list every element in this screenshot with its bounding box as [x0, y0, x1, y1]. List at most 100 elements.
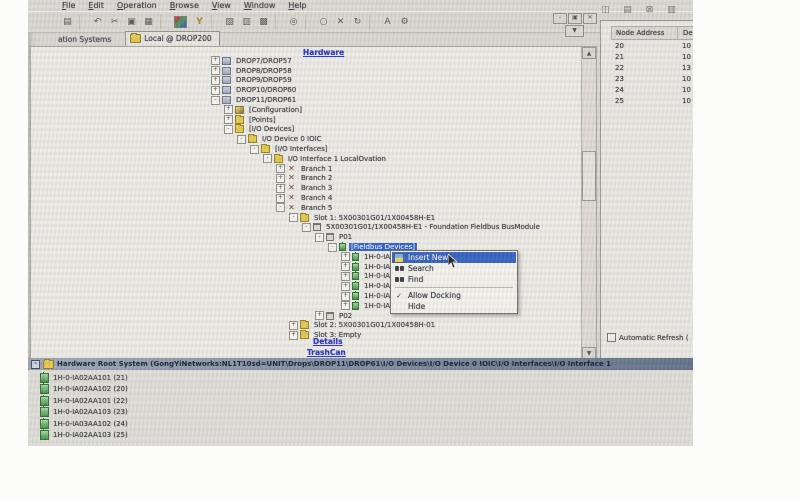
menu-edit[interactable]: Edit [88, 1, 104, 10]
restore-button[interactable]: ▣ [568, 13, 582, 24]
menu-operation[interactable]: Operation [117, 1, 157, 10]
tree-item-slot-2-5x00301g01-1x00458h-01[interactable]: +Slot 2: 5X00301G01/1X00458H-01 [31, 321, 580, 331]
tree-item-p01[interactable]: -P01 [31, 232, 580, 242]
list-item-1h-0-ia02aa103-25[interactable]: 1H-0-IA02AA103 (25) [40, 430, 693, 442]
tree-expander-icon[interactable]: + [211, 76, 220, 85]
tree-expander-icon[interactable]: + [224, 115, 233, 124]
filter-icon[interactable]: Y [192, 15, 207, 29]
table-row[interactable]: 2110 [611, 51, 693, 62]
tree-expander-icon[interactable]: - [211, 96, 220, 105]
tree-expander-icon[interactable]: + [276, 164, 285, 173]
picture-icon[interactable] [174, 16, 187, 28]
tree-item-i-o-devices[interactable]: -[I/O Devices] [31, 125, 580, 135]
tree-item-5x00301g01-1x00458h-e1-foundation-fieldbus-busmodule[interactable]: -5X00301G01/1X00458H-E1 - Foundation Fie… [31, 223, 580, 233]
list-item-1h-0-ia02aa102-20[interactable]: 1H-0-IA02AA102 (20) [40, 384, 693, 396]
scrollbar-up-arrow[interactable]: ▲ [582, 47, 596, 59]
tree-item-drop8-drop58[interactable]: +DROP8/DROP58 [31, 66, 580, 76]
tab-local-drop200[interactable]: Local @ DROP200 [125, 31, 219, 46]
tree-item-slot-1-5x00301g01-1x00458h-e1[interactable]: -Slot 1: 5X00301G01/1X00458H-E1 [31, 213, 580, 223]
tree-expander-icon[interactable]: + [211, 86, 220, 95]
tree-expander-icon[interactable]: - [263, 154, 272, 163]
table-row[interactable]: 2310 [611, 73, 693, 84]
trashcan-link[interactable]: TrashCan [307, 348, 346, 357]
column-header-de[interactable]: De [678, 29, 693, 37]
tree-expander-icon[interactable]: + [276, 194, 285, 203]
tree-expander-icon[interactable]: + [341, 262, 350, 271]
minimize-button[interactable]: – [553, 13, 567, 24]
tree-expander-icon[interactable]: - [289, 213, 298, 222]
cut-icon[interactable]: ✂ [107, 15, 122, 29]
menu-browse[interactable]: Browse [170, 1, 199, 10]
tree-expander-icon[interactable]: + [341, 272, 350, 281]
tree-expander-icon[interactable]: + [276, 174, 285, 183]
close-window-icon[interactable]: ⊠ [642, 3, 657, 17]
print-icon[interactable]: ▤ [60, 15, 75, 29]
tree-item-branch-2[interactable]: +✕Branch 2 [31, 174, 580, 184]
undo-icon[interactable]: ↶ [90, 15, 105, 29]
bottom-panel-path-row[interactable]: - Hardware Root System (GongYiNetworks:N… [28, 358, 693, 370]
tree-item-slot-3-empty[interactable]: +Slot 3: Empty [31, 330, 580, 340]
table-header[interactable]: Node AddressDe [611, 26, 693, 40]
tree-item-configuration[interactable]: +[Configuration] [31, 105, 580, 115]
auto-refresh-checkbox[interactable] [607, 333, 616, 342]
tree-expander-icon[interactable]: - [302, 223, 311, 232]
menu-window[interactable]: Window [244, 1, 276, 10]
delete-icon[interactable]: ✕ [333, 15, 348, 29]
tree-item-branch-4[interactable]: +✕Branch 4 [31, 193, 580, 203]
tree-item-drop7-drop57[interactable]: +DROP7/DROP57 [31, 56, 580, 66]
menu-item-find[interactable]: Find [392, 274, 516, 285]
details-link[interactable]: Details [313, 337, 343, 346]
tree-item-drop11-drop61[interactable]: -DROP11/DROP61 [31, 95, 580, 105]
tree-expander-icon[interactable]: + [341, 282, 350, 291]
tree-expander-icon[interactable]: + [315, 311, 324, 320]
clipboard-icon[interactable]: ▩ [256, 15, 271, 29]
tree-expander-icon[interactable]: - [315, 233, 324, 242]
tree-item-branch-1[interactable]: +✕Branch 1 [31, 164, 580, 174]
table-row[interactable]: 2010 [611, 40, 693, 51]
close-button[interactable]: ✕ [583, 13, 597, 24]
tree-expander-icon[interactable]: + [289, 331, 298, 340]
tree-expander-icon[interactable]: - [250, 145, 259, 154]
tree-item-i-o-device-0-ioic[interactable]: -I/O Device 0 IOIC [31, 134, 580, 144]
scroll-up-button[interactable]: ▼ [565, 25, 584, 37]
collapse-icon[interactable]: - [31, 360, 40, 369]
search-window-icon[interactable]: ○ [316, 15, 331, 29]
tree-expander-icon[interactable]: + [276, 184, 285, 193]
tree-expander-icon[interactable]: - [224, 125, 233, 134]
save-icon[interactable]: ▥ [239, 15, 254, 29]
list-item-1h-0-ia03aa102-24[interactable]: 1H-0-IA03AA102 (24) [40, 418, 693, 430]
tree-expander-icon[interactable]: - [237, 135, 246, 144]
tree-expander-icon[interactable]: + [289, 321, 298, 330]
tree-item-i-o-interfaces[interactable]: -[I/O Interfaces] [31, 144, 580, 154]
tree-item-points[interactable]: +[Points] [31, 115, 580, 125]
tree-expander-icon[interactable]: + [341, 301, 350, 310]
table-row[interactable]: 2213 [611, 62, 693, 73]
tree-expander-icon[interactable]: - [276, 203, 285, 212]
table-row[interactable]: 2410 [611, 84, 693, 95]
tools-icon[interactable]: ⚙ [397, 15, 412, 29]
open-icon[interactable]: ▧ [222, 15, 237, 29]
refresh-icon[interactable]: ↻ [350, 15, 365, 29]
tree-expander-icon[interactable]: + [211, 56, 220, 65]
tree-item-drop10-drop60[interactable]: +DROP10/DROP60 [31, 85, 580, 95]
cascade-icon[interactable]: ▤ [620, 3, 635, 17]
menu-help[interactable]: Help [288, 1, 306, 10]
new-window-icon[interactable]: ◫ [598, 3, 613, 17]
help-window-icon[interactable]: ▥ [664, 3, 679, 17]
tree-item-branch-3[interactable]: +✕Branch 3 [31, 183, 580, 193]
menu-item-allow-docking[interactable]: ✓Allow Docking [392, 290, 516, 301]
tree-item-i-o-interface-1-localovation[interactable]: -I/O Interface 1 LocalOvation [31, 154, 580, 164]
font-icon[interactable]: A [380, 15, 395, 29]
tree-item-branch-5[interactable]: -✕Branch 5 [31, 203, 580, 213]
table-row[interactable]: 2510 [611, 95, 693, 106]
column-header-node-address[interactable]: Node Address [612, 27, 678, 39]
vertical-scrollbar[interactable]: ▲ ▼ [581, 47, 596, 359]
menu-item-hide[interactable]: Hide [392, 301, 516, 312]
camera-icon[interactable]: ◎ [286, 15, 301, 29]
scrollbar-thumb[interactable] [582, 151, 596, 201]
tree-expander-icon[interactable]: + [341, 292, 350, 301]
list-item-1h-0-ia02aa103-23[interactable]: 1H-0-IA02AA103 (23) [40, 407, 693, 419]
list-item-1h-0-ia02aa101-22[interactable]: 1H-0-IA02AA101 (22) [40, 395, 693, 407]
menu-file[interactable]: File [62, 1, 75, 10]
tree-item-drop9-drop59[interactable]: +DROP9/DROP59 [31, 76, 580, 86]
